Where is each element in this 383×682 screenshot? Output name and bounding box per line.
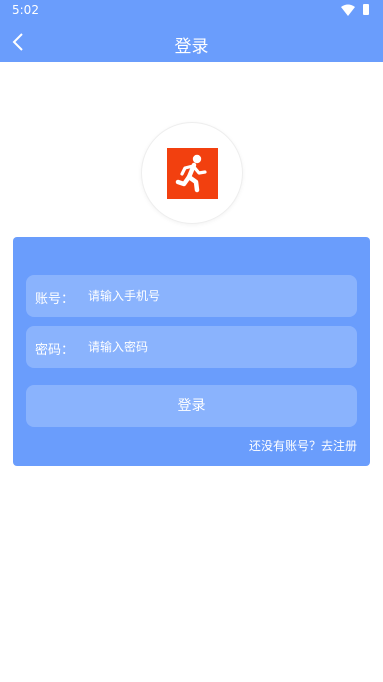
login-card: 账号： 密码： 登录 还没有账号？去注册 — [13, 237, 370, 466]
logo-badge — [167, 148, 218, 199]
wifi-icon — [341, 4, 355, 16]
account-label: 账号： — [35, 292, 75, 307]
app-logo — [141, 122, 243, 224]
account-field[interactable]: 账号： — [26, 275, 357, 317]
status-bar: 5:02 — [0, 0, 383, 22]
password-label: 密码： — [35, 343, 75, 358]
password-input[interactable] — [88, 336, 343, 358]
password-field[interactable]: 密码： — [26, 326, 357, 368]
app-bar: 登录 — [0, 22, 383, 62]
account-input[interactable] — [88, 285, 343, 307]
running-man-icon — [175, 154, 207, 193]
login-button[interactable]: 登录 — [26, 385, 357, 427]
page-title: 登录 — [174, 37, 209, 57]
register-link[interactable]: 还没有账号？去注册 — [249, 437, 357, 454]
battery-icon — [363, 4, 369, 15]
status-time: 5:02 — [12, 3, 39, 17]
